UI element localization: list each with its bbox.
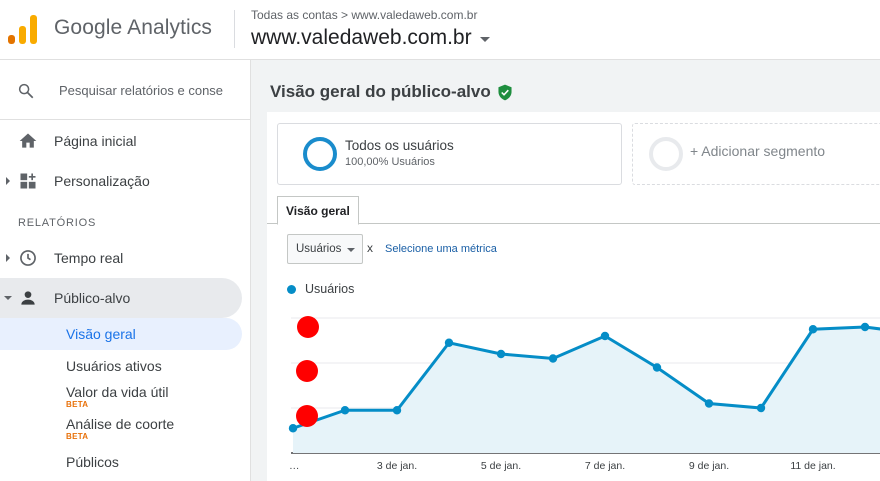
chart-point[interactable] [340, 406, 350, 415]
versus-label: x [367, 241, 373, 255]
sidebar-item-home[interactable]: Página inicial [0, 121, 242, 161]
property-name: www.valedaweb.com.br [251, 26, 472, 49]
legend-label: Usuários [305, 282, 355, 296]
person-icon [21, 291, 35, 305]
analytics-logo[interactable] [8, 14, 38, 44]
x-tick-label: 11 de jan. [790, 460, 835, 472]
search-icon [18, 83, 34, 99]
segment-all-users[interactable]: Todos os usuários 100,00% Usuários [277, 123, 622, 185]
sidebar-subitem-label: Usuários ativos [66, 358, 162, 374]
add-segment-label: + Adicionar segmento [690, 143, 826, 159]
red-marker-dot [297, 316, 319, 338]
chart-point[interactable] [860, 322, 870, 332]
sidebar-subitem-label: Valor da vida útil [66, 384, 169, 400]
sidebar-item-label: Página inicial [54, 133, 137, 149]
sidebar-subitem-label: Análise de coorte [66, 416, 175, 432]
sidebar-search [0, 60, 250, 120]
red-marker-dot [296, 405, 318, 427]
chart-point[interactable] [444, 338, 454, 347]
x-tick-label: 7 de jan. [585, 460, 625, 472]
sidebar-subitem-active-users[interactable]: Usuários ativos [0, 358, 242, 374]
verified-shield-icon [498, 84, 512, 100]
chart-point[interactable] [652, 363, 662, 372]
property-selector[interactable]: www.valedaweb.com.br [251, 26, 490, 50]
top-header: Google Analytics Todas as contas > www.v… [0, 0, 880, 60]
add-segment-button[interactable]: + Adicionar segmento [632, 123, 880, 185]
x-tick-label: … [289, 460, 300, 472]
report-tabs: Visão geral [267, 196, 880, 225]
chart-point[interactable] [600, 331, 610, 341]
sidebar-item-label: Público-alvo [54, 290, 131, 306]
x-tick-label: 5 de jan. [481, 460, 521, 472]
chevron-down-icon [347, 248, 355, 252]
logo-bar-small [8, 35, 15, 44]
clock-icon [20, 250, 36, 266]
sidebar-subitem-label: Visão geral [66, 326, 136, 342]
select-metric-link[interactable]: Selecione uma métrica [385, 243, 497, 255]
legend-dot [287, 284, 296, 294]
page-title: Visão geral do público-alvo [270, 82, 513, 102]
page-title-text: Visão geral do público-alvo [270, 82, 491, 101]
chart-point[interactable] [756, 403, 766, 413]
metric-dropdown-value: Usuários [296, 243, 342, 255]
chart-point[interactable] [496, 349, 506, 359]
segment-placeholder-ring-icon [649, 137, 683, 171]
main-area: Visão geral do público-alvo Todos os usu… [251, 60, 880, 481]
report-card: Todos os usuários 100,00% Usuários + Adi… [267, 112, 880, 481]
annotation-markers [296, 316, 319, 427]
chart-point[interactable] [704, 399, 714, 408]
users-line-chart: … 3 de jan. 5 de jan. 7 de jan. 9 de jan. 11 … [288, 316, 880, 472]
section-header-reports: RELATÓRIOS [18, 217, 97, 229]
chart-x-axis: … 3 de jan. 5 de jan. 7 de jan. 9 de jan. 11 … [289, 460, 836, 472]
sidebar-subitem-cohort-analysis[interactable]: Análise de coorte BETA [0, 416, 242, 441]
chevron-down-icon [479, 37, 490, 42]
x-tick-label: 3 de jan. [377, 460, 417, 472]
beta-badge: BETA [66, 400, 89, 409]
expand-arrow-icon [6, 254, 10, 262]
sidebar-subitem-audiences[interactable]: Públicos [0, 454, 242, 470]
collapse-arrow-icon [4, 296, 12, 300]
chart-point[interactable] [548, 354, 558, 363]
sidebar-item-label: Personalização [54, 173, 150, 189]
sidebar-subitem-label: Públicos [66, 454, 119, 470]
tab-overview[interactable]: Visão geral [277, 196, 359, 225]
sidebar-item-realtime[interactable]: Tempo real [0, 238, 242, 278]
header-divider [234, 10, 235, 48]
x-tick-label: 9 de jan. [689, 460, 729, 472]
sidebar-item-customization[interactable]: Personalização [0, 161, 242, 201]
home-icon [19, 133, 37, 148]
chart-point[interactable] [808, 325, 818, 334]
sidebar-subitem-overview[interactable]: Visão geral [0, 318, 242, 350]
beta-badge: BETA [66, 432, 89, 441]
logo-bar-medium [19, 26, 26, 44]
account-breadcrumb[interactable]: Todas as contas > www.valedaweb.com.br [251, 8, 477, 22]
search-input[interactable] [50, 78, 226, 102]
chart-legend: Usuários [287, 282, 354, 296]
segment-ring-icon [303, 137, 337, 171]
sidebar-item-audience[interactable]: Público-alvo [0, 278, 242, 318]
chart-point[interactable] [392, 406, 402, 415]
segment-percentage: 100,00% Usuários [345, 156, 435, 168]
sidebar-item-label: Tempo real [54, 250, 124, 266]
chart-point[interactable] [288, 424, 298, 433]
dashboard-plus-icon [20, 173, 36, 189]
segment-name: Todos os usuários [345, 138, 454, 153]
sidebar-subitem-lifetime-value[interactable]: Valor da vida útil BETA [0, 384, 242, 409]
red-marker-dot [296, 360, 318, 382]
sidebar: Página inicial Personalização RELATÓRIOS… [0, 60, 250, 481]
metric-dropdown[interactable]: Usuários [287, 234, 363, 264]
expand-arrow-icon [6, 177, 10, 185]
logo-bar-large [30, 15, 37, 44]
chart-area-fill [293, 327, 880, 453]
app-title: Google Analytics [54, 16, 213, 39]
